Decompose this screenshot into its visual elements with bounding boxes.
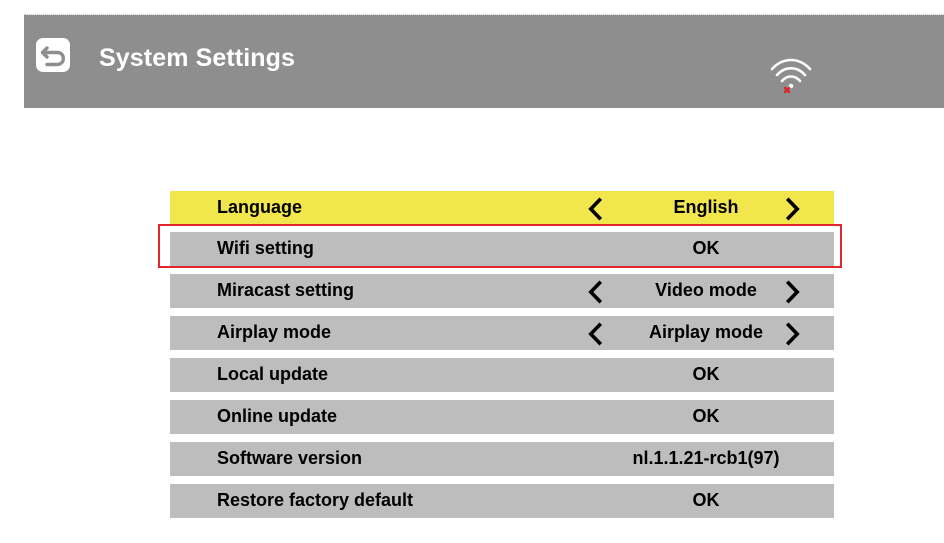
local-update-label: Local update xyxy=(217,364,329,384)
wifi-status xyxy=(768,54,814,96)
miracast-setting-label: Miracast setting xyxy=(217,280,355,300)
page-title: System Settings xyxy=(99,44,296,72)
chevron-left-icon xyxy=(588,322,603,346)
airplay-previous-chevron[interactable] xyxy=(585,322,609,346)
setting-row-miracast[interactable]: Miracast setting Video mode xyxy=(170,274,834,308)
wifi-setting-value: OK xyxy=(692,238,720,258)
setting-row-local-update[interactable]: Local update OK xyxy=(170,358,834,392)
setting-row-restore-factory-default[interactable]: Restore factory default OK xyxy=(170,484,834,518)
airplay-next-chevron[interactable] xyxy=(779,322,803,346)
chevron-left-icon xyxy=(588,280,603,304)
setting-row-online-update[interactable]: Online update OK xyxy=(170,400,834,434)
chevron-left-icon xyxy=(588,197,603,221)
setting-row-software-version: Software version nl.1.1.21-rcb1(97) xyxy=(170,442,834,476)
wifi-disconnected-icon xyxy=(770,58,812,94)
restore-factory-default-label: Restore factory default xyxy=(217,490,414,510)
online-update-value: OK xyxy=(692,406,720,426)
local-update-value: OK xyxy=(692,364,720,384)
language-previous-chevron[interactable] xyxy=(585,197,609,221)
chevron-right-icon xyxy=(785,197,800,221)
miracast-next-chevron[interactable] xyxy=(779,280,803,304)
wifi-setting-label: Wifi setting xyxy=(217,238,314,258)
airplay-mode-label: Airplay mode xyxy=(217,322,332,342)
setting-row-language[interactable]: Language English xyxy=(170,191,834,225)
airplay-mode-value: Airplay mode xyxy=(648,322,764,342)
language-value: English xyxy=(673,197,739,217)
restore-factory-default-value: OK xyxy=(692,490,720,510)
chevron-right-icon xyxy=(785,280,800,304)
miracast-setting-value: Video mode xyxy=(655,280,757,300)
online-update-label: Online update xyxy=(217,406,338,426)
setting-row-wifi[interactable]: Wifi setting OK xyxy=(158,224,842,268)
software-version-value: nl.1.1.21-rcb1(97) xyxy=(632,448,780,468)
chevron-right-icon xyxy=(785,322,800,346)
settings-list: Language English Wifi setting OK Miracas… xyxy=(158,191,842,522)
back-arrow-icon xyxy=(36,38,70,72)
software-version-label: Software version xyxy=(217,448,363,468)
language-next-chevron[interactable] xyxy=(779,197,803,221)
language-label: Language xyxy=(217,197,303,217)
setting-row-airplay[interactable]: Airplay mode Airplay mode xyxy=(170,316,834,350)
miracast-previous-chevron[interactable] xyxy=(585,280,609,304)
back-button[interactable] xyxy=(35,37,71,73)
